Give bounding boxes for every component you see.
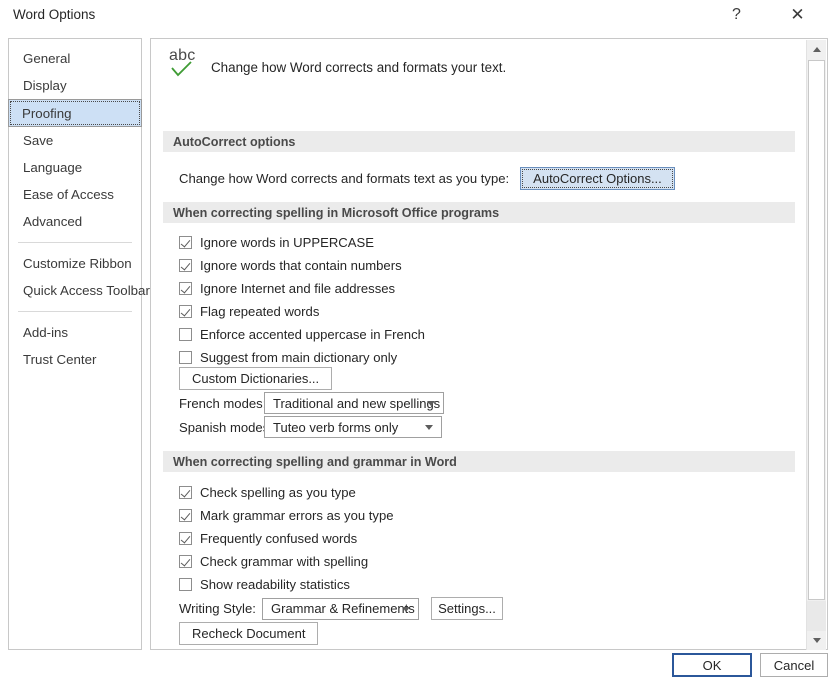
- sidebar-item-ease-of-access[interactable]: Ease of Access: [9, 181, 141, 208]
- title-bar: Word Options ? ✕: [0, 0, 836, 31]
- checkbox-ignore-uppercase[interactable]: Ignore words in UPPERCASE: [179, 232, 374, 252]
- proofing-pane-content: abc Change how Word corrects and formats…: [151, 39, 807, 649]
- chevron-down-icon: [425, 425, 433, 430]
- sidebar-item-display[interactable]: Display: [9, 72, 141, 99]
- french-modes-select[interactable]: Traditional and new spellings: [264, 392, 444, 414]
- custom-dictionaries-button[interactable]: Custom Dictionaries...: [179, 367, 333, 390]
- spellcheck-abc-icon: abc: [169, 47, 203, 81]
- chevron-down-icon: [402, 606, 410, 612]
- checkbox-box[interactable]: [179, 304, 192, 318]
- autocorrect-row: Change how Word corrects and formats tex…: [179, 167, 675, 190]
- french-modes-value: Traditional and new spellings: [273, 395, 441, 411]
- checkbox-label: Mark grammar errors as you type: [200, 507, 394, 523]
- close-icon[interactable]: ✕: [775, 0, 820, 30]
- green-check-icon: [171, 61, 192, 77]
- checkbox-label: Flag repeated words: [200, 303, 320, 319]
- scrollbar-track-lower[interactable]: [807, 601, 826, 631]
- dialog-title: Word Options: [13, 7, 96, 22]
- recheck-document-row: Recheck Document: [179, 622, 319, 645]
- sidebar-separator-1: [18, 242, 132, 243]
- sidebar-item-trust-center[interactable]: Trust Center: [9, 346, 141, 373]
- writing-style-label: Writing Style:: [179, 601, 256, 616]
- autocorrect-description: Change how Word corrects and formats tex…: [179, 171, 510, 186]
- checkbox-ignore-numbers[interactable]: Ignore words that contain numbers: [179, 255, 402, 275]
- grammar-settings-button[interactable]: Settings...: [431, 597, 503, 620]
- writing-style-row: Writing Style: Grammar & Refinements Set…: [179, 597, 503, 620]
- checkbox-label: Enforce accented uppercase in French: [200, 326, 425, 342]
- autocorrect-options-button[interactable]: AutoCorrect Options...: [520, 167, 675, 190]
- band-office-spelling: When correcting spelling in Microsoft Of…: [163, 202, 795, 223]
- sidebar-item-quick-access-toolbar[interactable]: Quick Access Toolbar: [9, 277, 150, 304]
- sidebar-item-general[interactable]: General: [9, 45, 141, 72]
- word-options-dialog: Word Options ? ✕ General Display Proofin…: [0, 0, 836, 681]
- checkbox-label: Show readability statistics: [200, 576, 350, 592]
- sidebar-item-save[interactable]: Save: [9, 127, 141, 154]
- sidebar-item-customize-ribbon[interactable]: Customize Ribbon: [9, 250, 141, 277]
- checkbox-label: Check grammar with spelling: [200, 553, 369, 569]
- custom-dictionaries-row: Custom Dictionaries...: [179, 367, 333, 390]
- checkbox-show-readability-statistics[interactable]: Show readability statistics: [179, 574, 350, 594]
- sidebar-separator-2: [18, 311, 132, 312]
- spanish-modes-select[interactable]: Tuteo verb forms only: [264, 416, 442, 438]
- checkbox-label: Ignore Internet and file addresses: [200, 280, 396, 296]
- french-modes-label: French modes:: [179, 395, 267, 411]
- checkbox-label: Suggest from main dictionary only: [200, 349, 398, 365]
- checkbox-label: Ignore words that contain numbers: [200, 257, 402, 273]
- scroll-down-button[interactable]: [807, 631, 826, 650]
- checkbox-enforce-accented-uppercase-french[interactable]: Enforce accented uppercase in French: [179, 324, 425, 344]
- chevron-up-icon: [812, 47, 821, 52]
- scrollbar-thumb[interactable]: [808, 60, 825, 600]
- writing-style-select[interactable]: Grammar & Refinements: [262, 597, 419, 620]
- category-sidebar: General Display Proofing Save Language E…: [8, 38, 150, 650]
- pane-title: Change how Word corrects and formats you…: [211, 60, 507, 75]
- recheck-document-button[interactable]: Recheck Document: [179, 622, 319, 645]
- checkbox-check-grammar-with-spelling[interactable]: Check grammar with spelling: [179, 551, 368, 571]
- scroll-up-button[interactable]: [807, 40, 826, 59]
- spanish-modes-row: Spanish modes: Tuteo verb forms only: [179, 416, 442, 438]
- checkbox-flag-repeated-words[interactable]: Flag repeated words: [179, 301, 319, 321]
- checkbox-suggest-main-dictionary-only[interactable]: Suggest from main dictionary only: [179, 347, 397, 367]
- checkbox-label: Check spelling as you type: [200, 484, 356, 500]
- checkbox-check-spelling-as-you-type[interactable]: Check spelling as you type: [179, 482, 356, 502]
- checkbox-box[interactable]: [179, 350, 192, 364]
- chevron-down-icon: [427, 401, 435, 406]
- help-icon[interactable]: ?: [714, 0, 759, 30]
- checkbox-box[interactable]: [179, 327, 192, 341]
- french-modes-row: French modes: Traditional and new spelli…: [179, 392, 444, 414]
- checkbox-label: Frequently confused words: [200, 530, 358, 546]
- checkbox-box[interactable]: [179, 258, 192, 272]
- checkbox-box[interactable]: [179, 508, 192, 522]
- sidebar-item-add-ins[interactable]: Add-ins: [9, 319, 141, 346]
- pane-header: abc Change how Word corrects and formats…: [169, 47, 506, 81]
- sidebar-item-language[interactable]: Language: [9, 154, 141, 181]
- spanish-modes-value: Tuteo verb forms only: [273, 419, 399, 435]
- chevron-down-icon: [812, 638, 821, 643]
- writing-style-value: Grammar & Refinements: [271, 601, 415, 616]
- sidebar-item-advanced[interactable]: Advanced: [9, 208, 141, 235]
- checkbox-frequently-confused-words[interactable]: Frequently confused words: [179, 528, 357, 548]
- checkbox-box[interactable]: [179, 554, 192, 568]
- checkbox-box[interactable]: [179, 485, 192, 499]
- checkbox-box[interactable]: [179, 577, 192, 591]
- band-autocorrect-options: AutoCorrect options: [163, 131, 795, 152]
- checkbox-mark-grammar-errors[interactable]: Mark grammar errors as you type: [179, 505, 394, 525]
- proofing-pane: abc Change how Word corrects and formats…: [150, 38, 828, 650]
- cancel-button[interactable]: Cancel: [760, 653, 828, 677]
- checkbox-box[interactable]: [179, 281, 192, 295]
- content-scrollbar[interactable]: [806, 40, 826, 650]
- band-word-grammar: When correcting spelling and grammar in …: [163, 451, 795, 472]
- checkbox-box[interactable]: [179, 531, 192, 545]
- checkbox-box[interactable]: [179, 235, 192, 249]
- checkbox-ignore-internet-file-addresses[interactable]: Ignore Internet and file addresses: [179, 278, 395, 298]
- ok-button[interactable]: OK: [672, 653, 752, 677]
- spanish-modes-label: Spanish modes:: [179, 419, 273, 435]
- checkbox-label: Ignore words in UPPERCASE: [200, 234, 374, 250]
- sidebar-item-proofing[interactable]: Proofing: [8, 99, 142, 127]
